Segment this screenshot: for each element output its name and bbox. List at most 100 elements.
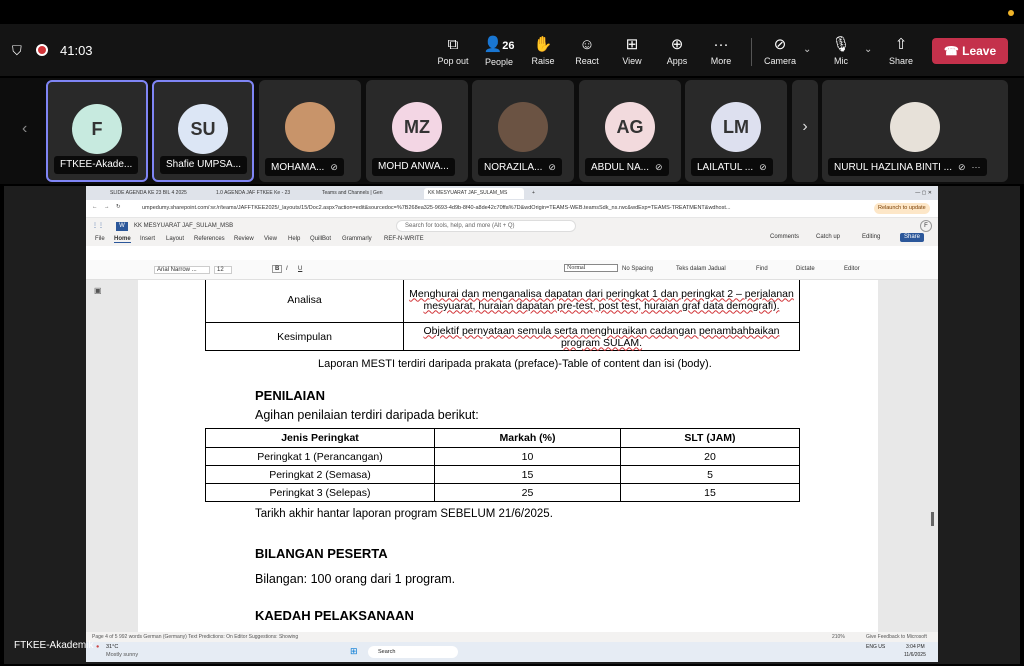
mic-button[interactable]: 🎙 Mic xyxy=(818,36,864,70)
scrollbar-thumb[interactable] xyxy=(931,512,934,526)
table-cell: 5 xyxy=(620,465,800,484)
share-icon: ⇧ xyxy=(894,36,908,53)
style-no-spacing[interactable]: No Spacing xyxy=(622,266,653,272)
react-button[interactable]: ☺ React xyxy=(564,36,610,70)
windows-start-icon[interactable]: ⊞ xyxy=(350,646,358,657)
doc-title[interactable]: KK MESYUARAT JAF_SULAM_MSB xyxy=(134,223,233,229)
bold-button[interactable]: B xyxy=(272,265,283,273)
teams-meeting-window: ⛉ 41:03 ⧉ Pop out 👤26 People ✋ Raise ☺ React… xyxy=(0,0,1024,666)
avatar[interactable]: F xyxy=(920,220,932,232)
app-launcher-icon[interactable]: ⋮⋮ xyxy=(92,222,104,229)
back-icon[interactable]: ← xyxy=(92,204,98,210)
people-button[interactable]: 👤26 People xyxy=(476,36,522,70)
taskbar-search[interactable]: Search xyxy=(368,646,458,658)
editor-button[interactable]: Editor xyxy=(844,266,860,272)
font-size-select[interactable]: 12 xyxy=(214,266,232,274)
penilaian-table: Jenis Peringkat Markah (%) SLT (JAM) Per… xyxy=(205,428,800,502)
table-row: Peringkat 3 (Selepas) 25 15 xyxy=(205,483,800,502)
participant-tile[interactable]: NURUL HAZLINA BINTI ... ⊘ ··· xyxy=(822,80,1008,182)
italic-button[interactable]: I xyxy=(286,266,288,272)
underline-button[interactable]: U xyxy=(298,266,302,272)
weather-temp[interactable]: 31°C xyxy=(106,644,118,650)
clock-time: 3:04 PM xyxy=(906,644,925,650)
mic-off-icon: ⊘ xyxy=(654,162,663,172)
update-button[interactable]: Relaunch to update xyxy=(874,203,930,214)
participant-tile[interactable]: NORAZILA... ⊘ xyxy=(472,80,574,182)
share-button[interactable]: Share xyxy=(900,233,925,242)
weather-icon: ● xyxy=(96,644,100,650)
catchup-button[interactable]: Catch up xyxy=(816,234,840,240)
leave-button[interactable]: ☎ Leave xyxy=(932,38,1008,64)
apps-button[interactable]: ⊕ Apps xyxy=(654,36,700,70)
language-indicator[interactable]: ENG US xyxy=(866,644,885,650)
mic-off-icon: ⊘ xyxy=(548,162,556,172)
chevron-right-icon: › xyxy=(802,118,808,135)
formatting-toolbar: Arial Narrow ... 12 B I U Normal No Spac… xyxy=(86,260,938,280)
bilangan-text: Bilangan: 100 orang dari 1 program. xyxy=(255,572,456,586)
menu-layout[interactable]: Layout xyxy=(166,236,184,242)
menu-ref-n-write[interactable]: REF-N-WRITE xyxy=(384,236,424,242)
pop-out-button[interactable]: ⧉ Pop out xyxy=(430,36,476,70)
view-button[interactable]: ⊞ View xyxy=(609,36,655,70)
browser-tab-active[interactable]: KK MESYUARAT JAF_SULAM_MS xyxy=(424,188,524,199)
participant-tile[interactable]: MOHAMA... ⊘ xyxy=(259,80,361,182)
menu-quillbot[interactable]: QuillBot xyxy=(310,236,331,242)
window-controls[interactable]: — ▢ ✕ xyxy=(886,188,936,199)
presenter-name: FTKEE-Akademik xyxy=(14,640,94,651)
notification-dot xyxy=(1008,10,1014,16)
plus-icon: ⊕ xyxy=(670,36,684,53)
new-tab-icon[interactable]: + xyxy=(528,188,538,199)
more-button[interactable]: ··· More xyxy=(698,36,744,70)
style-normal[interactable]: Normal xyxy=(564,264,618,272)
menu-review[interactable]: Review xyxy=(234,236,254,242)
search-input[interactable]: Search for tools, help, and more (Alt + … xyxy=(396,220,576,232)
browser-tab[interactable]: 1.0 AGENDA JAF FTKEE Ke - 23 xyxy=(212,188,312,199)
chevron-left-icon[interactable]: ‹ xyxy=(22,120,27,138)
menu-insert[interactable]: Insert xyxy=(140,236,155,242)
more-icon: ··· xyxy=(971,162,981,172)
menu-view[interactable]: View xyxy=(264,236,277,242)
kaedah-heading: KAEDAH PELAKSANAAN xyxy=(255,608,414,623)
camera-button[interactable]: ⊘ Camera xyxy=(757,36,803,70)
clock-date: 11/6/2025 xyxy=(904,652,926,658)
dictate-button[interactable]: Dictate xyxy=(796,266,815,272)
status-bar: Page 4 of 5 992 words German (Germany) T… xyxy=(86,632,938,642)
style-teks-jadual[interactable]: Teks dalam Jadual xyxy=(676,266,726,272)
url-field[interactable]: umpedumy.sharepoint.com/:w:/r/teams/JAFF… xyxy=(142,205,792,211)
editing-button[interactable]: Editing xyxy=(862,234,880,240)
menu-help[interactable]: Help xyxy=(288,236,300,242)
address-bar: ← → ↻ umpedumy.sharepoint.com/:w:/r/team… xyxy=(86,200,938,218)
menu-home[interactable]: Home xyxy=(114,236,131,243)
phone-icon: ☎ xyxy=(943,44,963,58)
feedback-link[interactable]: Give Feedback to Microsoft xyxy=(866,632,927,642)
raise-hand-button[interactable]: ✋ Raise xyxy=(520,36,566,70)
participant-tile[interactable]: SU Shafie UMPSA... xyxy=(152,80,254,182)
chevron-down-icon[interactable]: ⌄ xyxy=(803,44,811,55)
hand-icon: ✋ xyxy=(533,36,553,53)
document-page[interactable]: Analisa Menghurai dan menganalisa dapata… xyxy=(138,280,878,636)
menu-references[interactable]: References xyxy=(194,236,225,242)
share-button[interactable]: ⇧ Share xyxy=(878,36,924,70)
forward-icon[interactable]: → xyxy=(104,204,110,210)
font-select[interactable]: Arial Narrow ... xyxy=(154,266,210,274)
refresh-icon[interactable]: ↻ xyxy=(116,204,121,210)
navigation-pane-icon[interactable]: ▣ xyxy=(94,286,102,295)
participant-tile[interactable]: F FTKEE-Akade... xyxy=(46,80,148,182)
chevron-down-icon[interactable]: ⌄ xyxy=(864,44,872,55)
zoom-level[interactable]: 210% xyxy=(832,632,845,642)
comments-button[interactable]: Comments xyxy=(770,234,799,240)
find-button[interactable]: Find xyxy=(756,266,768,272)
participant-tile[interactable]: AG ABDUL NA... ⊘ xyxy=(579,80,681,182)
menu-file[interactable]: File xyxy=(95,236,105,242)
participant-tile[interactable]: MZ MOHD ANWA... xyxy=(366,80,468,182)
browser-window: SLIDE AGENDA KE 23 BIL 4 2025 1.0 AGENDA… xyxy=(86,186,938,662)
browser-tab[interactable]: SLIDE AGENDA KE 23 BIL 4 2025 xyxy=(106,188,206,199)
browser-tab[interactable]: Teams and Channels | Gen xyxy=(318,188,418,199)
weather-desc: Mostly sunny xyxy=(106,652,139,658)
table-cell: 25 xyxy=(434,483,621,502)
menu-grammarly[interactable]: Grammarly xyxy=(342,236,372,242)
deadline-text: Tarikh akhir hantar laporan program SEBE… xyxy=(255,508,553,520)
participant-tile[interactable]: LM LAILATUL ... ⊘ xyxy=(685,80,787,182)
meeting-timer: 41:03 xyxy=(60,43,93,58)
next-participants-button[interactable]: › xyxy=(792,80,818,182)
